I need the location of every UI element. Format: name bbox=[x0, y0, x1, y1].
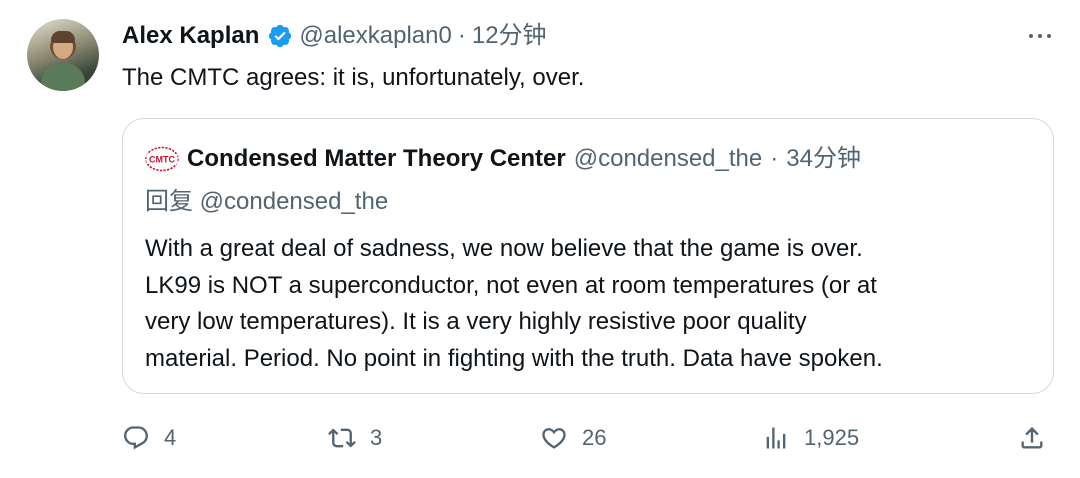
quoted-tweet-header: CMTC Condensed Matter Theory Center @con… bbox=[145, 143, 861, 175]
retweet-count: 3 bbox=[370, 425, 383, 450]
share-button[interactable] bbox=[1018, 418, 1046, 458]
quoted-timestamp[interactable]: 34分钟 bbox=[786, 143, 861, 175]
reply-icon bbox=[124, 426, 148, 450]
like-button[interactable]: 26 bbox=[540, 418, 606, 458]
reply-button[interactable]: 4 bbox=[122, 418, 176, 458]
reply-to-label: 回复 @condensed_the bbox=[145, 188, 389, 215]
quoted-text-line: very low temperatures). It is a very hig… bbox=[145, 308, 807, 335]
share-icon bbox=[1021, 427, 1043, 449]
more-options-button[interactable] bbox=[1025, 24, 1055, 48]
views-button[interactable]: 1,925 bbox=[762, 418, 859, 458]
quoted-author-handle[interactable]: @condensed_the bbox=[574, 143, 763, 175]
author-handle[interactable]: @alexkaplan0 bbox=[299, 20, 451, 52]
like-count: 26 bbox=[582, 425, 607, 450]
quoted-text-line: LK99 is NOT a superconductor, not even a… bbox=[145, 271, 877, 299]
quoted-author-name[interactable]: Condensed Matter Theory Center bbox=[187, 143, 566, 175]
views-count: 1,925 bbox=[804, 425, 860, 450]
views-chart-icon bbox=[766, 427, 786, 449]
header-separator: · bbox=[457, 22, 466, 49]
avatar-hair bbox=[51, 31, 75, 43]
heart-icon bbox=[542, 428, 566, 449]
quoted-tweet-card[interactable]: CMTC Condensed Matter Theory Center @con… bbox=[122, 118, 1054, 394]
more-dot-icon bbox=[1038, 34, 1042, 38]
quoted-tweet-text: With a great deal of sadness, we now bel… bbox=[145, 231, 1045, 377]
more-dot-icon bbox=[1047, 34, 1051, 38]
cmtc-logo-icon: CMTC bbox=[145, 146, 179, 172]
quoted-text-line: material. Period. No point in fighting w… bbox=[145, 344, 883, 372]
reply-count: 4 bbox=[164, 425, 177, 450]
tweet-header: Alex Kaplan @alexkaplan0 · 12分钟 bbox=[122, 20, 547, 52]
avatar-shirt bbox=[41, 63, 85, 91]
verified-badge-icon bbox=[269, 24, 292, 48]
svg-text:CMTC: CMTC bbox=[149, 154, 175, 164]
tweet-timestamp[interactable]: 12分钟 bbox=[472, 20, 547, 52]
quoted-text-line: With a great deal of sadness, we now bel… bbox=[145, 235, 863, 262]
tweet-text: The CMTC agrees: it is, unfortunately, o… bbox=[122, 64, 585, 91]
quoted-header-separator: · bbox=[770, 145, 779, 172]
retweet-button[interactable]: 3 bbox=[328, 418, 382, 458]
retweet-icon bbox=[328, 428, 356, 448]
more-dot-icon bbox=[1029, 34, 1033, 38]
author-name[interactable]: Alex Kaplan bbox=[122, 20, 259, 52]
author-avatar[interactable] bbox=[27, 19, 99, 91]
tweet-actions-bar: 4 3 26 1,925 bbox=[122, 418, 1054, 458]
